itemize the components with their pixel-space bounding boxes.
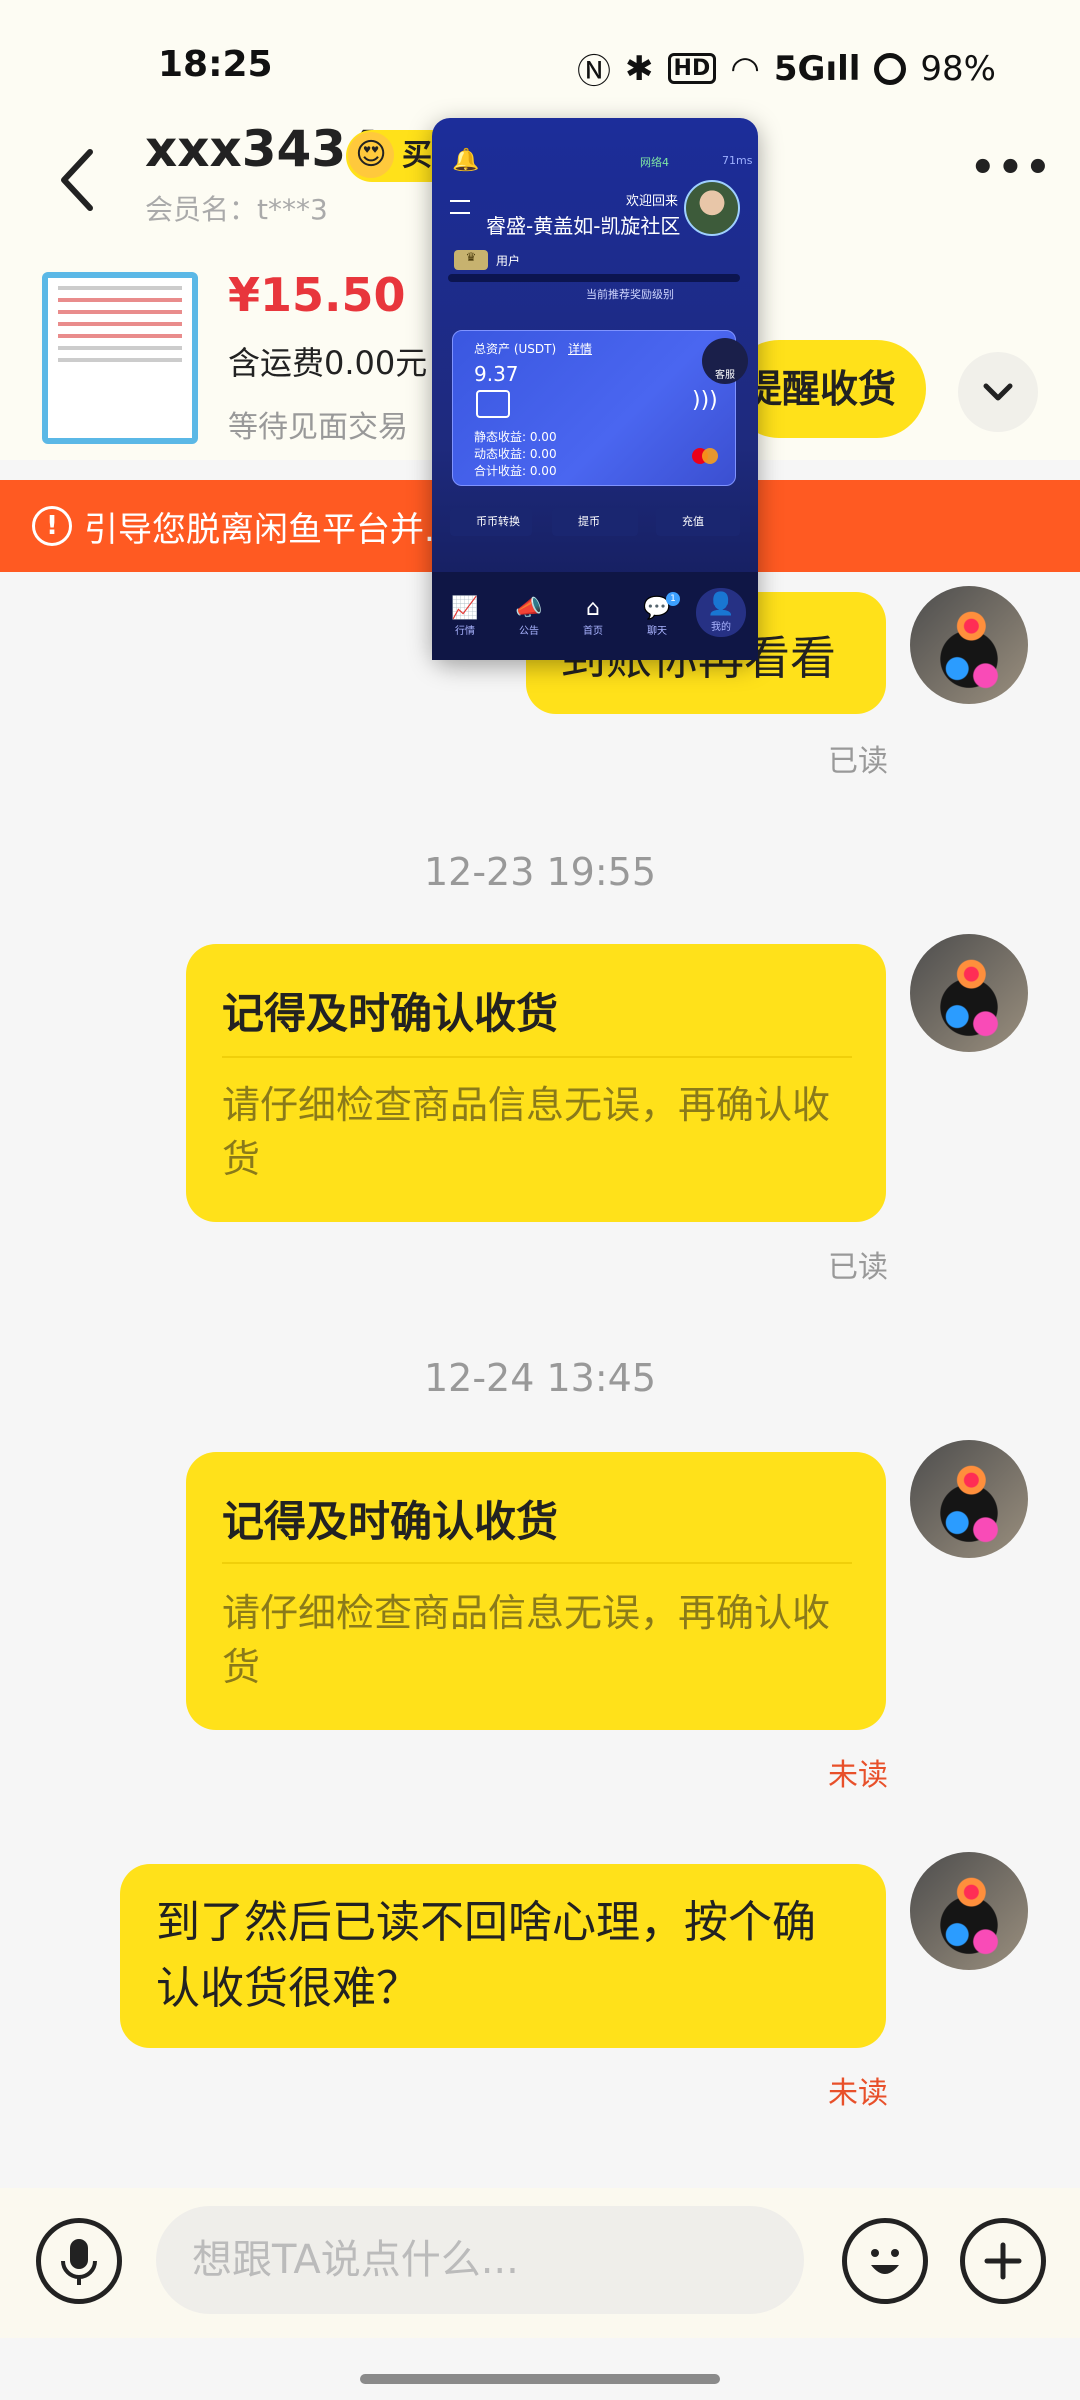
heart-eyes-icon: 😍 (348, 132, 394, 178)
trade-status: 等待见面交易 (228, 410, 408, 445)
card-chip-icon (476, 390, 510, 418)
nav-announcement[interactable]: 📣 公告 (504, 596, 554, 637)
total-earnings: 合计收益: 0.00 (474, 464, 557, 478)
read-status: 已读 (828, 744, 888, 779)
tab-withdraw[interactable]: 提币 (552, 508, 638, 536)
unread-status: 未读 (828, 1758, 888, 1793)
unread-status: 未读 (828, 2076, 888, 2111)
message-input[interactable] (156, 2206, 804, 2314)
hd-icon: HD (667, 53, 717, 84)
home-icon: ⌂ (586, 596, 600, 621)
level-progress-bar (448, 274, 740, 282)
back-button[interactable] (50, 140, 110, 220)
contact-name: xxx3434 (145, 120, 381, 178)
overlay-avatar[interactable] (684, 180, 740, 236)
card-subtitle: 请仔细检查商品信息无误，再确认收货 (222, 1591, 831, 1689)
product-price: ¥15.50 (228, 268, 406, 322)
status-icons: Ⓝ ✱ HD ◠ 5Gıll 98% (577, 44, 996, 93)
card-title: 记得及时确认收货 (222, 989, 559, 1038)
5g-signal-icon: 5Gıll (773, 48, 861, 89)
read-status: 已读 (828, 1250, 888, 1285)
remind-receipt-button[interactable]: 提醒收货 (730, 340, 926, 438)
emoji-button[interactable] (842, 2218, 928, 2304)
bluetooth-icon: ✱ (625, 48, 654, 89)
more-options-button[interactable]: ••• (970, 145, 1051, 195)
more-actions-button[interactable] (960, 2218, 1046, 2304)
avatar[interactable] (910, 1852, 1028, 1970)
avatar[interactable] (910, 586, 1028, 704)
latency-label: 71ms (722, 154, 753, 167)
avatar[interactable] (910, 1440, 1028, 1558)
battery-level: 98% (920, 48, 996, 89)
details-link[interactable]: 详情 (568, 340, 592, 357)
network-label: 网络4 (640, 156, 669, 169)
card-divider (222, 1562, 852, 1564)
card-divider (222, 1056, 852, 1058)
card-subtitle: 请仔细检查商品信息无误，再确认收货 (222, 1083, 831, 1181)
customer-support-button[interactable]: 客服 (702, 338, 748, 384)
plus-icon (984, 2242, 1022, 2280)
static-earnings: 静态收益: 0.00 (474, 430, 557, 444)
voice-button[interactable] (36, 2218, 122, 2304)
contactless-icon: ))) (692, 388, 718, 413)
card-title: 记得及时确认收货 (222, 1497, 559, 1546)
nav-mine[interactable]: 👤 我的 (696, 588, 746, 637)
chevron-down-icon (983, 383, 1013, 401)
total-assets-value: 9.37 (474, 362, 519, 386)
wifi-icon: ◠ (730, 48, 760, 89)
nfc-icon: Ⓝ (577, 52, 612, 92)
home-indicator[interactable] (360, 2374, 720, 2384)
battery-icon (874, 52, 907, 85)
crown-icon: ♛ (454, 250, 488, 270)
user-icon: 👤 (707, 592, 735, 617)
nav-home[interactable]: ⌂ 首页 (568, 596, 618, 637)
nav-market[interactable]: 📈 行情 (440, 596, 490, 637)
back-arrow-icon (61, 149, 93, 211)
member-name: 会员名：t***3 (145, 193, 328, 226)
warning-icon: ! (32, 506, 72, 546)
avatar[interactable] (910, 934, 1028, 1052)
bell-icon[interactable]: 🔔 (452, 148, 479, 173)
mastercard-icon (702, 448, 718, 464)
community-name: 睿盛-黄盖如-凯旋社区 (486, 214, 681, 238)
chat-badge: 1 (666, 592, 680, 606)
microphone-icon (61, 2239, 97, 2285)
user-level: 用户 (496, 254, 521, 268)
total-assets-label: 总资产 (USDT) (474, 342, 557, 356)
welcome-text: 欢迎回来 (626, 194, 679, 209)
emoji-icon (871, 2249, 899, 2274)
message-text: 到了然后已读不回啥心理，按个确认收货很难？ (156, 1897, 816, 2014)
chart-icon: 📈 (451, 596, 479, 621)
dynamic-earnings: 动态收益: 0.00 (474, 447, 557, 461)
menu-icon[interactable] (450, 200, 470, 214)
tab-deposit[interactable]: 充值 (656, 508, 740, 536)
timestamp: 12-23 19:55 (423, 850, 656, 894)
product-thumbnail[interactable] (42, 272, 198, 444)
status-time: 18:25 (158, 44, 273, 85)
megaphone-icon: 📣 (515, 596, 543, 621)
expand-button[interactable] (958, 352, 1038, 432)
timestamp: 12-24 13:45 (423, 1356, 656, 1400)
tab-coin-convert[interactable]: 币币转换 (450, 508, 532, 536)
shipping-fee: 含运费0.00元 (228, 344, 428, 382)
recommend-level: 当前推荐奖励级别 (586, 288, 674, 301)
